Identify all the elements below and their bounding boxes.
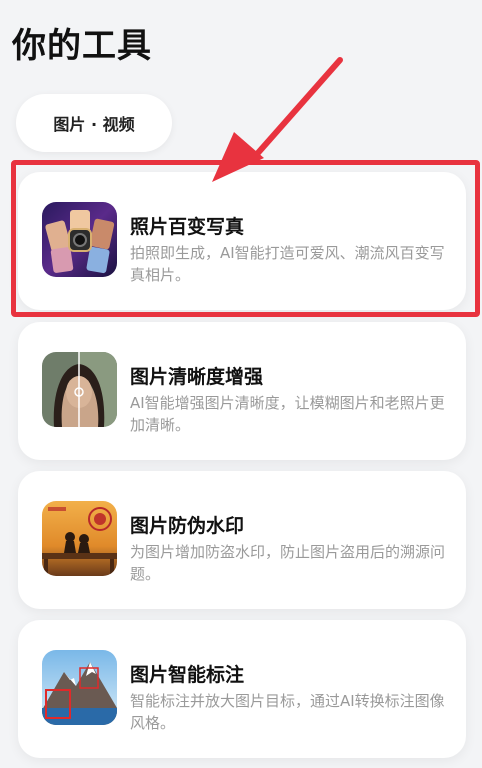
smart-annotation-thumbnail — [42, 650, 117, 725]
tool-description: 拍照即生成，AI智能打造可爱风、潮流风百变写真相片。 — [130, 244, 445, 284]
watermark-thumbnail — [42, 501, 117, 576]
tool-card-image-enhance[interactable]: 图片清晰度增强 AI智能增强图片清晰度，让模糊图片和老照片更加清晰。 — [18, 322, 466, 460]
tool-title: 图片智能标注 — [130, 664, 245, 686]
tool-description: 智能标注并放大图片目标，通过AI转换标注图像风格。 — [130, 692, 445, 732]
tool-card-photo-portrait[interactable]: 照片百变写真 拍照即生成，AI智能打造可爱风、潮流风百变写真相片。 — [18, 172, 466, 310]
tool-description: AI智能增强图片清晰度，让模糊图片和老照片更加清晰。 — [130, 394, 445, 434]
tool-card-smart-annotation[interactable]: 图片智能标注 智能标注并放大图片目标，通过AI转换标注图像风格。 — [18, 620, 466, 758]
tab-image-video[interactable]: 图片 · 视频 — [16, 94, 172, 152]
tool-title: 图片防伪水印 — [130, 515, 245, 537]
tool-card-watermark[interactable]: 图片防伪水印 为图片增加防盗水印，防止图片盗用后的溯源问题。 — [18, 471, 466, 609]
tool-title: 照片百变写真 — [130, 216, 245, 238]
image-enhance-thumbnail — [42, 352, 117, 427]
photo-portrait-thumbnail — [42, 202, 117, 277]
tool-title: 图片清晰度增强 — [130, 366, 264, 388]
tool-description: 为图片增加防盗水印，防止图片盗用后的溯源问题。 — [130, 543, 446, 583]
page-title: 你的工具 — [12, 26, 152, 66]
